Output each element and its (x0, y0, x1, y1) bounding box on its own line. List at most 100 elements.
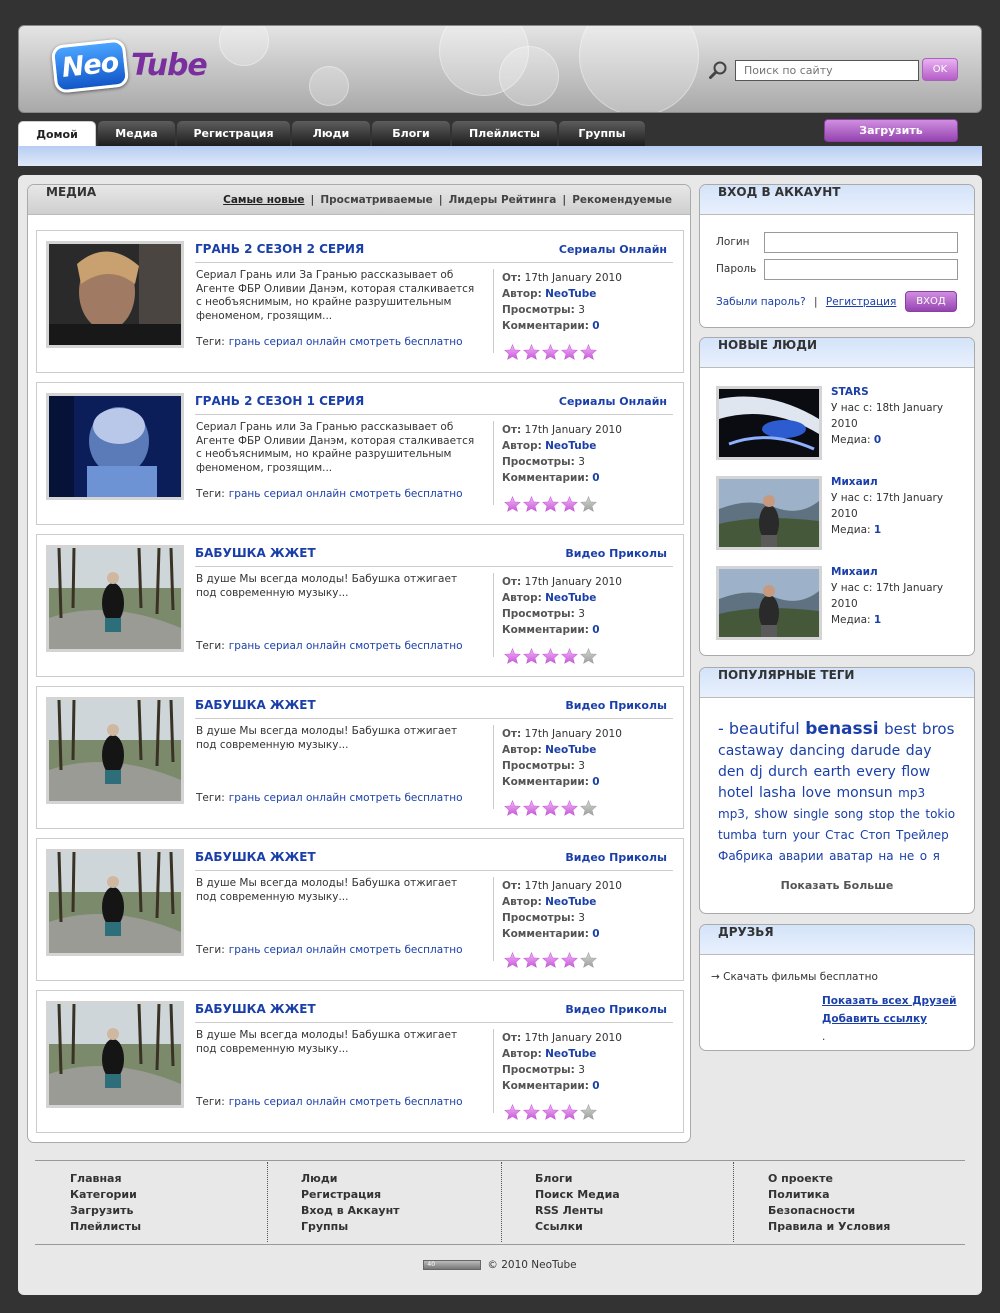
video-title[interactable]: БАБУШКА ЖЖЕТ (195, 546, 316, 560)
star-icon[interactable] (542, 344, 561, 363)
tag-link[interactable]: я (933, 849, 940, 863)
tag-link[interactable]: аварии (779, 849, 824, 863)
footer-link-rss[interactable]: RSS Ленты (535, 1203, 620, 1219)
footer-link-about[interactable]: О проекте (768, 1171, 890, 1187)
tag-link[interactable]: - beautiful (718, 719, 800, 738)
video-comments[interactable]: 0 (592, 776, 599, 788)
tag-link[interactable]: грань сериал онлайн смотреть бесплатно (229, 792, 463, 804)
tag-link[interactable]: dancing (789, 743, 845, 759)
rating-stars[interactable] (504, 952, 599, 969)
footer-link-upload[interactable]: Загрузить (70, 1203, 141, 1219)
star-icon[interactable] (504, 344, 523, 363)
rating-stars[interactable] (504, 344, 599, 361)
star-icon[interactable] (580, 1104, 599, 1123)
person-media-count[interactable]: 1 (874, 524, 881, 536)
video-author[interactable]: NeoTube (545, 744, 596, 756)
person-media-count[interactable]: 0 (874, 434, 881, 446)
person-name[interactable]: Михаил (831, 564, 961, 580)
person-name[interactable]: STARS (831, 384, 961, 400)
video-thumbnail[interactable] (46, 849, 184, 956)
tag-link[interactable]: your (793, 828, 820, 842)
footer-link-home[interactable]: Главная (70, 1171, 141, 1187)
tag-link[interactable]: аватар (829, 849, 873, 863)
star-icon[interactable] (523, 496, 542, 515)
forgot-password-link[interactable]: Забыли пароль? (716, 296, 806, 308)
tab-groups[interactable]: Группы (559, 121, 645, 146)
person-name[interactable]: Михаил (831, 474, 961, 490)
add-link-link[interactable]: Добавить ссылку (822, 1013, 927, 1025)
tag-link[interactable]: tumba (718, 828, 757, 842)
tag-link[interactable]: den (718, 764, 744, 780)
video-title[interactable]: ГРАНЬ 2 СЕЗОН 1 СЕРИЯ (195, 394, 364, 408)
password-field[interactable] (764, 259, 958, 280)
video-thumbnail[interactable] (46, 697, 184, 804)
tag-link[interactable]: Фабрика (718, 849, 773, 863)
tag-link[interactable]: flow (901, 764, 930, 780)
star-icon[interactable] (561, 496, 580, 515)
login-field[interactable] (764, 232, 958, 253)
tag-link[interactable]: durch (768, 764, 808, 780)
person-media-count[interactable]: 1 (874, 614, 881, 626)
star-icon[interactable] (523, 800, 542, 819)
star-icon[interactable] (542, 496, 561, 515)
login-button[interactable]: ВХОД (905, 291, 957, 312)
star-icon[interactable] (561, 800, 580, 819)
upload-button[interactable]: Загрузить (824, 119, 958, 142)
footer-link-categories[interactable]: Категории (70, 1187, 141, 1203)
register-link[interactable]: Регистрация (826, 296, 896, 308)
video-comments[interactable]: 0 (592, 472, 599, 484)
star-icon[interactable] (561, 344, 580, 363)
tag-link[interactable]: turn (762, 828, 787, 842)
tag-link[interactable]: грань сериал онлайн смотреть бесплатно (229, 944, 463, 956)
star-icon[interactable] (580, 952, 599, 971)
video-comments[interactable]: 0 (592, 928, 599, 940)
footer-link-login[interactable]: Вход в Аккаунт (301, 1203, 400, 1219)
tag-link[interactable]: single (793, 807, 829, 821)
video-author[interactable]: NeoTube (545, 1048, 596, 1060)
star-icon[interactable] (580, 496, 599, 515)
tab-playlists[interactable]: Плейлисты (452, 121, 557, 146)
tag-link[interactable]: грань сериал онлайн смотреть бесплатно (229, 488, 463, 500)
tag-link[interactable]: Стас (825, 828, 854, 842)
star-icon[interactable] (580, 800, 599, 819)
star-icon[interactable] (504, 952, 523, 971)
show-more-tags-button[interactable]: Показать Больше (700, 879, 974, 892)
video-comments[interactable]: 0 (592, 1080, 599, 1092)
tag-link[interactable]: Трейлер (896, 828, 949, 842)
footer-link-links[interactable]: Ссылки (535, 1219, 620, 1235)
star-icon[interactable] (523, 1104, 542, 1123)
tag-link[interactable]: грань сериал онлайн смотреть бесплатно (229, 640, 463, 652)
tag-link[interactable]: love (802, 785, 831, 801)
footer-link-registration[interactable]: Регистрация (301, 1187, 400, 1203)
counter-badge[interactable]: 40 (423, 1260, 482, 1270)
tag-link[interactable]: не (899, 849, 914, 863)
video-author[interactable]: NeoTube (545, 896, 596, 908)
footer-link-groups[interactable]: Группы (301, 1219, 400, 1235)
tag-link[interactable]: tokio (925, 807, 955, 821)
video-thumbnail[interactable] (46, 393, 184, 500)
tag-link[interactable]: грань сериал онлайн смотреть бесплатно (229, 1096, 463, 1108)
tag-link[interactable]: earth (813, 764, 850, 780)
video-comments[interactable]: 0 (592, 320, 599, 332)
tag-link[interactable]: на (878, 849, 893, 863)
tag-link[interactable]: mp3, (718, 807, 749, 821)
star-icon[interactable] (542, 1104, 561, 1123)
video-title[interactable]: ГРАНЬ 2 СЕЗОН 2 СЕРИЯ (195, 242, 364, 256)
tab-people[interactable]: Люди (292, 121, 370, 146)
tag-link[interactable]: monsun (837, 785, 893, 801)
person-avatar[interactable] (716, 566, 822, 640)
video-title[interactable]: БАБУШКА ЖЖЕТ (195, 698, 316, 712)
person-avatar[interactable] (716, 386, 822, 460)
tag-link[interactable]: грань сериал онлайн смотреть бесплатно (229, 336, 463, 348)
star-icon[interactable] (561, 952, 580, 971)
video-category[interactable]: Сериалы Онлайн (559, 395, 667, 408)
tag-link[interactable]: Стоп (860, 828, 891, 842)
star-icon[interactable] (523, 952, 542, 971)
rating-stars[interactable] (504, 496, 599, 513)
video-title[interactable]: БАБУШКА ЖЖЕТ (195, 850, 316, 864)
logo[interactable]: Neo Tube (50, 38, 213, 94)
footer-link-blogs[interactable]: Блоги (535, 1171, 620, 1187)
tag-link[interactable]: hotel (718, 785, 753, 801)
search-input[interactable] (735, 60, 919, 81)
video-category[interactable]: Видео Приколы (565, 851, 667, 864)
